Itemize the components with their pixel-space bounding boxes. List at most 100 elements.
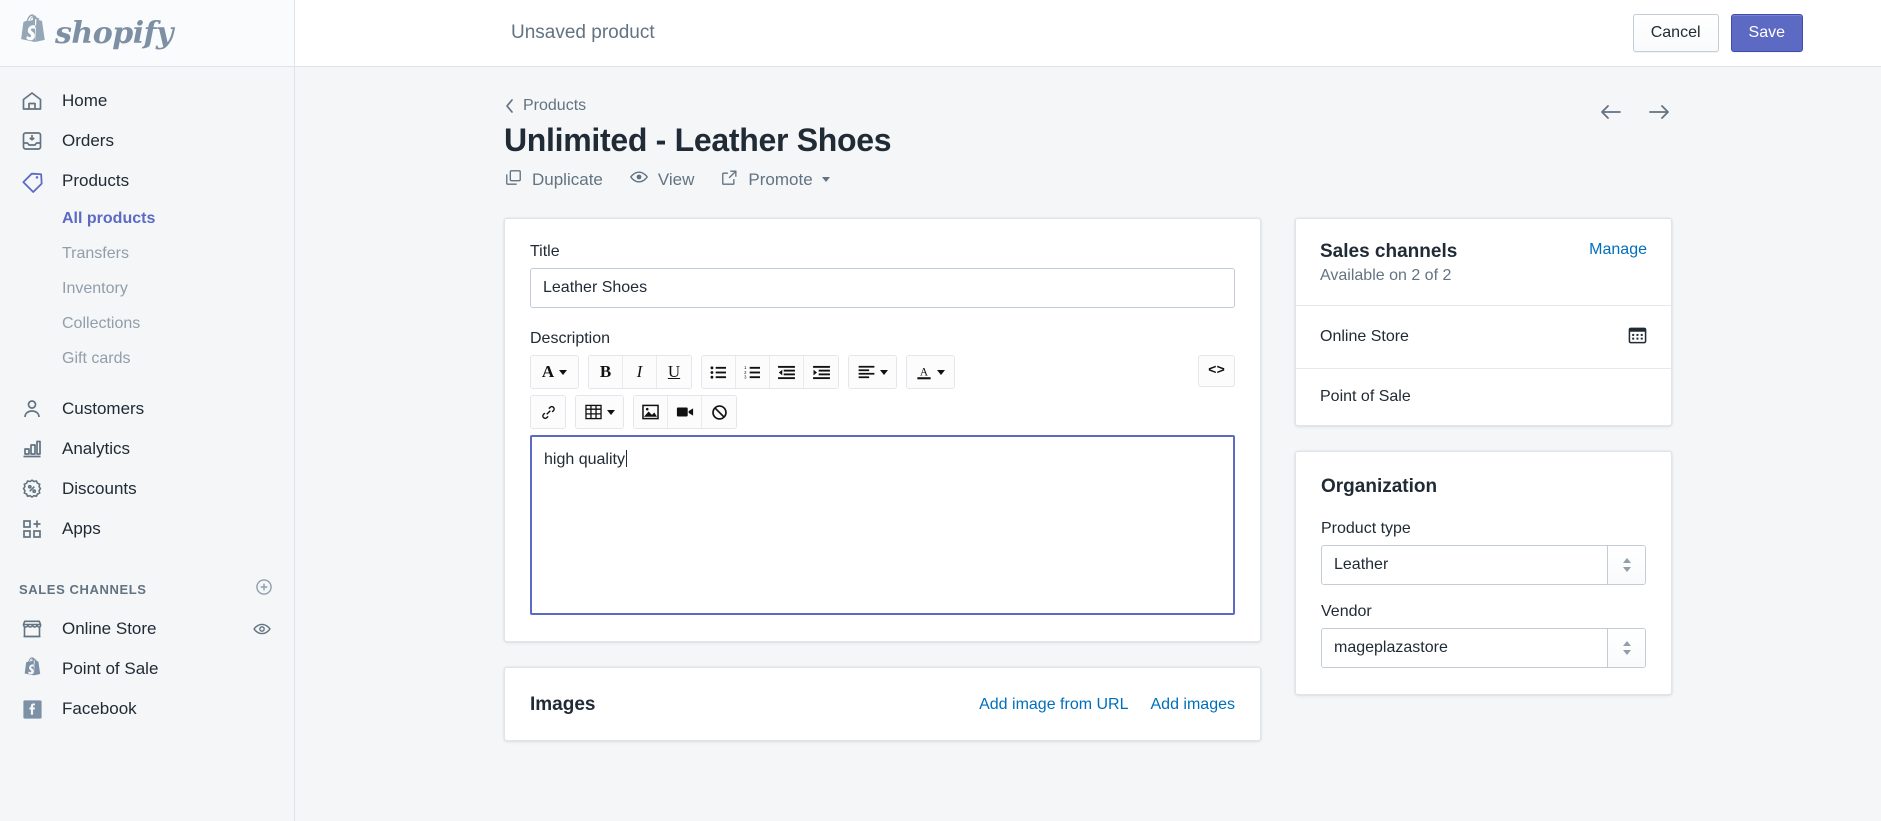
duplicate-button[interactable]: Duplicate	[504, 168, 603, 192]
insert-video-icon[interactable]	[668, 396, 702, 429]
toolbar-group-lists: 123	[701, 355, 839, 390]
secondary-column: Sales channels Available on 2 of 2 Manag…	[1295, 218, 1672, 720]
product-type-label: Product type	[1321, 520, 1411, 538]
unsaved-status-title: Unsaved product	[511, 22, 655, 43]
sidebar-subitem-label: All products	[62, 209, 156, 227]
sales-channels-section-header: SALES CHANNELS	[0, 569, 294, 609]
sidebar-subitem-gift-cards[interactable]: Gift cards	[0, 341, 294, 376]
promote-button[interactable]: Promote	[720, 168, 830, 192]
toolbar-group-link	[530, 395, 566, 430]
sidebar-item-products[interactable]: Products	[0, 161, 294, 201]
sidebar-item-label: Discounts	[62, 479, 137, 498]
sidebar-logo[interactable]: shopify	[0, 0, 294, 67]
duplicate-label: Duplicate	[532, 169, 603, 189]
view-button[interactable]: View	[629, 167, 695, 192]
main-area: Unsaved product Cancel Save Products Unl…	[295, 0, 1881, 821]
description-text: high quality	[544, 451, 625, 469]
product-type-select[interactable]: Leather	[1321, 545, 1646, 586]
bulleted-list-icon[interactable]	[702, 356, 736, 389]
sidebar-item-customers[interactable]: Customers	[0, 389, 294, 429]
editor-toolbar-row-1: A B I U 1 2 3 A <>	[530, 355, 1235, 390]
sidebar-channel-label: Online Store	[62, 619, 157, 638]
view-label: View	[657, 169, 695, 189]
sales-channels-title: Sales channels	[1320, 241, 1458, 263]
sidebar-channel-online-store[interactable]: Online Store	[0, 609, 294, 649]
vendor-select[interactable]: mageplazastore	[1321, 628, 1646, 669]
shopify-wordmark: shopify	[55, 15, 173, 51]
sidebar-subitem-label: Inventory	[62, 279, 128, 297]
cancel-button[interactable]: Cancel	[1632, 14, 1719, 52]
insert-link-icon[interactable]	[531, 396, 565, 429]
align-icon[interactable]	[849, 356, 896, 389]
sidebar-subitem-inventory[interactable]: Inventory	[0, 271, 294, 306]
promote-label: Promote	[748, 169, 813, 189]
insert-image-icon[interactable]	[634, 396, 668, 429]
vendor-stepper[interactable]	[1607, 629, 1645, 668]
vendor-value: mageplazastore	[1334, 639, 1448, 657]
numbered-list-icon[interactable]: 123	[736, 356, 770, 389]
sidebar-channel-facebook[interactable]: Facebook	[0, 689, 294, 729]
calendar-icon[interactable]	[1628, 325, 1647, 349]
toolbar-group-style: B I U	[588, 355, 692, 390]
sidebar-item-label: Home	[62, 91, 108, 110]
sales-channel-row-online-store[interactable]: Online Store	[1296, 305, 1671, 368]
eye-icon[interactable]	[252, 619, 294, 639]
sidebar-subitem-all-products[interactable]: All products	[0, 201, 294, 236]
description-textarea[interactable]: high quality	[530, 435, 1235, 616]
sidebar-item-label: Customers	[62, 399, 145, 418]
add-sales-channel-button[interactable]	[254, 577, 274, 602]
previous-product-button[interactable]	[1598, 101, 1624, 123]
underline-icon[interactable]: U	[657, 356, 691, 389]
add-images-link[interactable]: Add images	[1151, 696, 1236, 714]
toolbar-group-media	[633, 395, 737, 430]
external-link-icon	[720, 168, 739, 192]
html-source-button[interactable]: <>	[1198, 355, 1235, 388]
text-color-icon[interactable]: A	[907, 356, 954, 389]
sidebar-subitem-transfers[interactable]: Transfers	[0, 236, 294, 271]
sidebar-subitem-label: Gift cards	[62, 349, 131, 367]
svg-text:3: 3	[744, 374, 747, 379]
font-format-icon[interactable]: A	[531, 356, 578, 389]
breadcrumb[interactable]: Products	[504, 97, 1672, 115]
italic-icon[interactable]: I	[623, 356, 657, 389]
topbar: Unsaved product Cancel Save	[295, 0, 1881, 67]
analytics-bars-icon	[19, 436, 45, 462]
sales-channel-label: Point of Sale	[1320, 388, 1411, 406]
next-product-button[interactable]	[1646, 101, 1672, 123]
indent-icon[interactable]	[804, 356, 838, 389]
clear-formatting-icon[interactable]	[702, 396, 736, 429]
facebook-icon	[19, 696, 45, 722]
sidebar-item-label: Products	[62, 171, 130, 190]
sidebar-channel-label: Point of Sale	[62, 659, 159, 678]
sales-channel-label: Online Store	[1320, 328, 1409, 346]
add-image-from-url-link[interactable]: Add image from URL	[979, 696, 1128, 714]
sidebar-subitem-label: Collections	[62, 314, 141, 332]
sidebar-subitem-collections[interactable]: Collections	[0, 306, 294, 341]
sidebar-channel-label: Facebook	[62, 699, 137, 718]
bold-icon[interactable]: B	[589, 356, 623, 389]
save-button[interactable]: Save	[1730, 14, 1803, 52]
sidebar-subitem-label: Transfers	[62, 244, 129, 262]
product-type-stepper[interactable]	[1607, 546, 1645, 585]
orders-inbox-icon	[19, 128, 45, 154]
sidebar: shopify Home Orders Products All product…	[0, 0, 295, 821]
customer-person-icon	[19, 396, 45, 422]
text-cursor	[625, 450, 627, 468]
chevron-left-icon	[506, 99, 513, 113]
sidebar-item-analytics[interactable]: Analytics	[0, 429, 294, 469]
chevron-up-icon	[1622, 641, 1631, 647]
product-pager	[1598, 101, 1672, 123]
outdent-icon[interactable]	[770, 356, 804, 389]
breadcrumb-label: Products	[523, 97, 587, 114]
sidebar-nav: Home Orders Products All products Transf…	[0, 67, 294, 821]
sales-channel-row-point-of-sale[interactable]: Point of Sale	[1296, 368, 1671, 425]
sidebar-item-discounts[interactable]: Discounts	[0, 469, 294, 509]
title-input[interactable]	[530, 268, 1235, 309]
sidebar-channel-point-of-sale[interactable]: Point of Sale	[0, 649, 294, 689]
sidebar-item-orders[interactable]: Orders	[0, 121, 294, 161]
sidebar-item-home[interactable]: Home	[0, 81, 294, 121]
insert-table-icon[interactable]	[576, 396, 623, 429]
manage-channels-link[interactable]: Manage	[1589, 241, 1647, 259]
sidebar-item-apps[interactable]: Apps	[0, 509, 294, 549]
two-column-layout: Title Description A	[504, 218, 1672, 766]
